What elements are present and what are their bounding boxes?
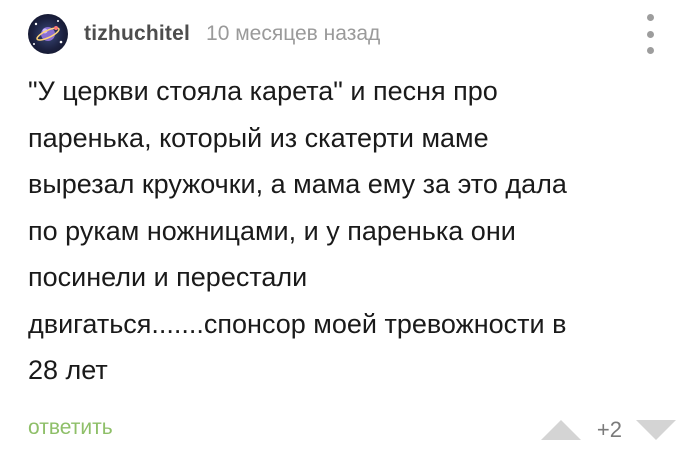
arrow-up-triangle-icon[interactable] — [540, 420, 581, 440]
reply-button[interactable]: ответить — [28, 416, 113, 440]
vote-controls: +2 — [540, 412, 676, 448]
comment-header: tizhuchitel 10 месяцев назад — [28, 12, 380, 56]
space-avatar-icon — [33, 20, 63, 45]
avatar[interactable] — [28, 14, 68, 54]
author-name[interactable]: tizhuchitel — [84, 22, 190, 46]
menu-dot — [646, 30, 654, 38]
rating-count: +2 — [596, 417, 622, 442]
comment-text: "У церкви стояла карета" и песня про пар… — [28, 76, 567, 385]
comment-time: 10 месяцев назад — [206, 22, 381, 45]
more-vertical-icon[interactable] — [644, 14, 656, 54]
arrow-down-triangle-icon[interactable] — [636, 420, 676, 440]
menu-dot — [646, 14, 654, 21]
menu-dot — [646, 47, 654, 54]
comment: tizhuchitel 10 месяцев назад "У церкви с… — [0, 0, 700, 466]
